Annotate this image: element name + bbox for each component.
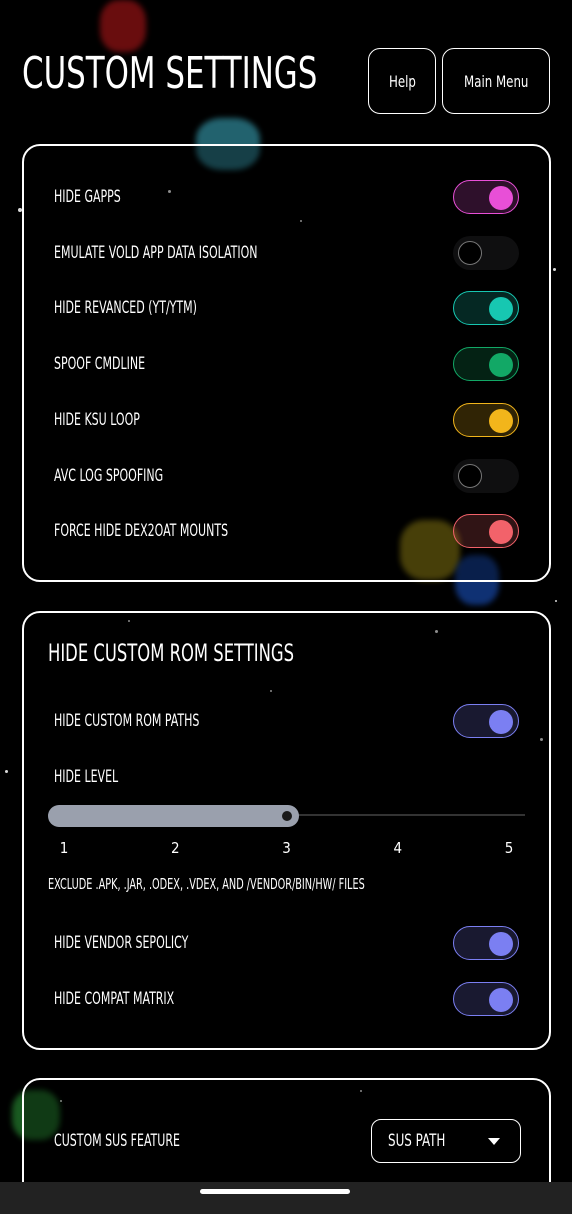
slider-tick-label: 5 bbox=[504, 839, 514, 857]
setting-label: HIDE GAPPS bbox=[54, 187, 121, 207]
page-title: CUSTOM SETTINGS bbox=[22, 48, 318, 99]
hide-vendor-sepolicy-row: HIDE VENDOR SEPOLICY bbox=[54, 925, 519, 961]
setting-row: FORCE HIDE DEX2OAT MOUNTS bbox=[54, 513, 519, 549]
home-gesture-handle[interactable] bbox=[200, 1189, 350, 1194]
slider-tick-label: 2 bbox=[170, 839, 180, 857]
setting-label: HIDE REVANCED (YT/YTM) bbox=[54, 298, 197, 319]
setting-label: SPOOF CMDLINE bbox=[54, 354, 146, 375]
system-navigation-bar bbox=[0, 1182, 572, 1214]
card-title: HIDE CUSTOM ROM SETTINGS bbox=[48, 639, 295, 667]
hide-vendor-sepolicy-toggle[interactable] bbox=[453, 926, 519, 960]
setting-label: FORCE HIDE DEX2OAT MOUNTS bbox=[54, 521, 229, 542]
setting-label: AVC LOG SPOOFING bbox=[54, 465, 164, 486]
setting-label: HIDE KSU LOOP bbox=[54, 409, 140, 430]
setting-toggle[interactable] bbox=[453, 291, 519, 326]
exclude-note: EXCLUDE .APK, .JAR, .ODEX, .VDEX, AND /V… bbox=[48, 875, 365, 893]
hide-custom-rom-paths-row: HIDE CUSTOM ROM PATHS bbox=[54, 703, 519, 739]
help-button[interactable]: Help bbox=[368, 48, 436, 114]
setting-row: HIDE KSU LOOP bbox=[54, 402, 519, 438]
hide-level-slider[interactable] bbox=[48, 803, 525, 829]
setting-toggle[interactable] bbox=[453, 402, 519, 437]
setting-row: HIDE GAPPS bbox=[54, 179, 519, 215]
slider-thumb[interactable] bbox=[278, 808, 295, 824]
hide-compat-matrix-row: HIDE COMPAT MATRIX bbox=[54, 981, 519, 1017]
setting-row: EMULATE VOLD APP DATA ISOLATION bbox=[54, 235, 519, 271]
setting-label: EMULATE VOLD APP DATA ISOLATION bbox=[54, 242, 258, 263]
setting-toggle[interactable] bbox=[453, 180, 519, 214]
custom-sus-feature-row: CUSTOM SUS FEATURE SUS PATH bbox=[54, 1118, 521, 1164]
setting-row: SPOOF CMDLINE bbox=[54, 346, 519, 382]
hide-level-ticks: 1 2 3 4 5 bbox=[48, 839, 525, 859]
setting-toggle[interactable] bbox=[453, 235, 519, 270]
setting-toggle[interactable] bbox=[453, 458, 519, 493]
red-crewmate-icon bbox=[100, 0, 146, 52]
main-menu-button[interactable]: Main Menu bbox=[442, 48, 550, 114]
hide-level-row: HIDE LEVEL bbox=[54, 767, 119, 787]
slider-tick-label: 1 bbox=[59, 839, 69, 857]
sus-feature-select[interactable]: SUS PATH bbox=[371, 1119, 521, 1163]
slider-tick-label: 4 bbox=[393, 839, 403, 857]
setting-toggle[interactable] bbox=[453, 347, 519, 382]
custom-rom-settings-card: HIDE CUSTOM ROM SETTINGS HIDE CUSTOM ROM… bbox=[22, 611, 551, 1050]
slider-fill bbox=[48, 805, 299, 827]
chevron-down-icon bbox=[488, 1137, 500, 1145]
general-settings-card: HIDE GAPPS EMULATE VOLD APP DATA ISOLATIO… bbox=[22, 144, 551, 582]
setting-toggle[interactable] bbox=[453, 514, 519, 549]
hide-compat-matrix-toggle[interactable] bbox=[453, 982, 519, 1016]
hide-custom-rom-paths-toggle[interactable] bbox=[453, 704, 519, 738]
slider-tick-label: 3 bbox=[282, 839, 291, 857]
setting-row: AVC LOG SPOOFING bbox=[54, 458, 519, 494]
setting-row: HIDE REVANCED (YT/YTM) bbox=[54, 290, 519, 326]
